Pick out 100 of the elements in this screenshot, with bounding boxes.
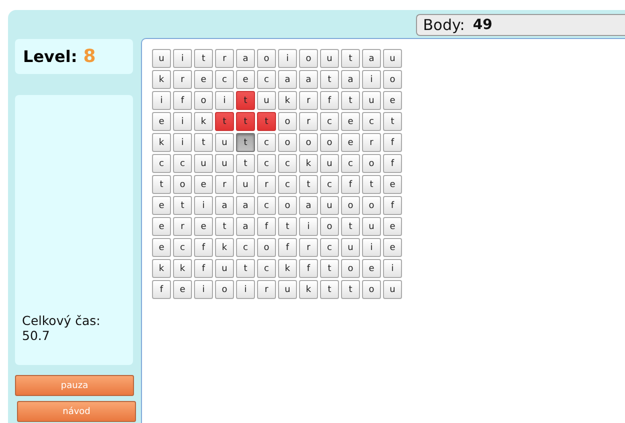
letter-tile[interactable]: a [236, 196, 255, 215]
letter-tile[interactable]: e [152, 112, 171, 131]
letter-tile[interactable]: r [173, 70, 192, 89]
letter-tile[interactable]: t [341, 280, 360, 299]
letter-tile[interactable]: u [362, 91, 381, 110]
letter-tile[interactable]: u [320, 154, 339, 173]
letter-tile[interactable]: r [215, 49, 234, 68]
letter-tile[interactable]: t [152, 175, 171, 194]
letter-tile[interactable]: o [257, 238, 276, 257]
letter-tile[interactable]: o [215, 280, 234, 299]
letter-tile[interactable]: u [257, 91, 276, 110]
letter-tile[interactable]: k [278, 259, 297, 278]
letter-tile[interactable]: a [299, 196, 318, 215]
letter-tile[interactable]: i [299, 217, 318, 236]
letter-tile[interactable]: r [173, 217, 192, 236]
letter-tile[interactable]: t [236, 259, 255, 278]
letter-tile[interactable]: u [341, 238, 360, 257]
letter-tile[interactable]: i [362, 70, 381, 89]
letter-tile[interactable]: e [173, 280, 192, 299]
letter-tile[interactable]: a [236, 49, 255, 68]
letter-tile[interactable]: u [320, 196, 339, 215]
letter-tile[interactable]: i [173, 49, 192, 68]
letter-tile[interactable]: e [383, 175, 402, 194]
letter-tile[interactable]: c [257, 154, 276, 173]
letter-tile[interactable]: u [236, 175, 255, 194]
letter-tile[interactable]: i [173, 133, 192, 152]
letter-tile[interactable]: u [383, 280, 402, 299]
letter-tile[interactable]: c [173, 154, 192, 173]
letter-tile[interactable]: e [194, 175, 213, 194]
letter-tile[interactable]: o [278, 133, 297, 152]
letter-tile[interactable]: i [236, 280, 255, 299]
letter-tile[interactable]: c [257, 133, 276, 152]
letter-tile[interactable]: c [320, 175, 339, 194]
letter-tile[interactable]: k [299, 154, 318, 173]
letter-tile[interactable]: t [236, 112, 255, 131]
letter-tile[interactable]: r [299, 91, 318, 110]
letter-tile[interactable]: u [215, 154, 234, 173]
letter-tile[interactable]: u [215, 259, 234, 278]
letter-tile[interactable]: o [341, 259, 360, 278]
letter-tile[interactable]: t [215, 217, 234, 236]
letter-tile[interactable]: e [383, 91, 402, 110]
letter-tile[interactable]: i [362, 238, 381, 257]
letter-tile[interactable]: c [257, 196, 276, 215]
letter-tile[interactable]: o [320, 217, 339, 236]
letter-tile[interactable]: u [152, 49, 171, 68]
letter-tile[interactable]: e [383, 217, 402, 236]
letter-tile[interactable]: c [278, 175, 297, 194]
letter-tile[interactable]: c [236, 238, 255, 257]
letter-tile[interactable]: i [194, 196, 213, 215]
letter-tile[interactable]: e [362, 259, 381, 278]
letter-tile[interactable]: i [383, 259, 402, 278]
letter-tile[interactable]: k [299, 280, 318, 299]
letter-tile[interactable]: f [173, 91, 192, 110]
letter-tile[interactable]: o [194, 91, 213, 110]
letter-tile[interactable]: r [257, 280, 276, 299]
letter-tile[interactable]: o [362, 196, 381, 215]
letter-tile[interactable]: t [194, 49, 213, 68]
letter-tile[interactable]: c [320, 238, 339, 257]
letter-tile[interactable]: e [152, 196, 171, 215]
letter-tile[interactable]: c [257, 259, 276, 278]
letter-tile[interactable]: u [215, 133, 234, 152]
letter-tile[interactable]: o [320, 133, 339, 152]
letter-tile[interactable]: e [194, 217, 213, 236]
letter-tile[interactable]: e [383, 238, 402, 257]
letter-tile[interactable]: t [215, 112, 234, 131]
letter-tile[interactable]: t [320, 259, 339, 278]
letter-tile[interactable]: f [383, 196, 402, 215]
letter-tile[interactable]: a [341, 70, 360, 89]
letter-tile[interactable]: t [383, 112, 402, 131]
letter-tile[interactable]: u [383, 49, 402, 68]
letter-tile[interactable]: f [383, 154, 402, 173]
letter-tile[interactable]: k [152, 133, 171, 152]
letter-tile[interactable]: f [257, 217, 276, 236]
letter-tile[interactable]: o [299, 49, 318, 68]
letter-tile[interactable]: f [194, 238, 213, 257]
letter-tile[interactable]: f [299, 259, 318, 278]
letter-tile[interactable]: f [341, 175, 360, 194]
letter-tile[interactable]: c [341, 154, 360, 173]
letter-tile[interactable]: e [152, 217, 171, 236]
letter-tile[interactable]: a [362, 49, 381, 68]
letter-tile[interactable]: t [278, 217, 297, 236]
letter-tile[interactable]: a [299, 70, 318, 89]
letter-tile[interactable]: r [362, 133, 381, 152]
letter-tile[interactable]: i [173, 112, 192, 131]
letter-tile[interactable]: c [152, 154, 171, 173]
letter-tile[interactable]: t [236, 91, 255, 110]
letter-tile[interactable]: r [299, 238, 318, 257]
letter-tile[interactable]: f [152, 280, 171, 299]
letter-tile[interactable]: i [278, 49, 297, 68]
letter-tile[interactable]: t [173, 196, 192, 215]
letter-tile[interactable]: t [362, 175, 381, 194]
letter-tile[interactable]: f [383, 133, 402, 152]
letter-tile[interactable]: u [194, 154, 213, 173]
letter-tile[interactable]: e [194, 70, 213, 89]
letter-tile[interactable]: t [320, 280, 339, 299]
letter-tile[interactable]: t [257, 112, 276, 131]
letter-tile[interactable]: r [299, 112, 318, 131]
letter-tile[interactable]: k [152, 259, 171, 278]
letter-tile[interactable]: k [278, 91, 297, 110]
letter-tile[interactable]: i [194, 280, 213, 299]
